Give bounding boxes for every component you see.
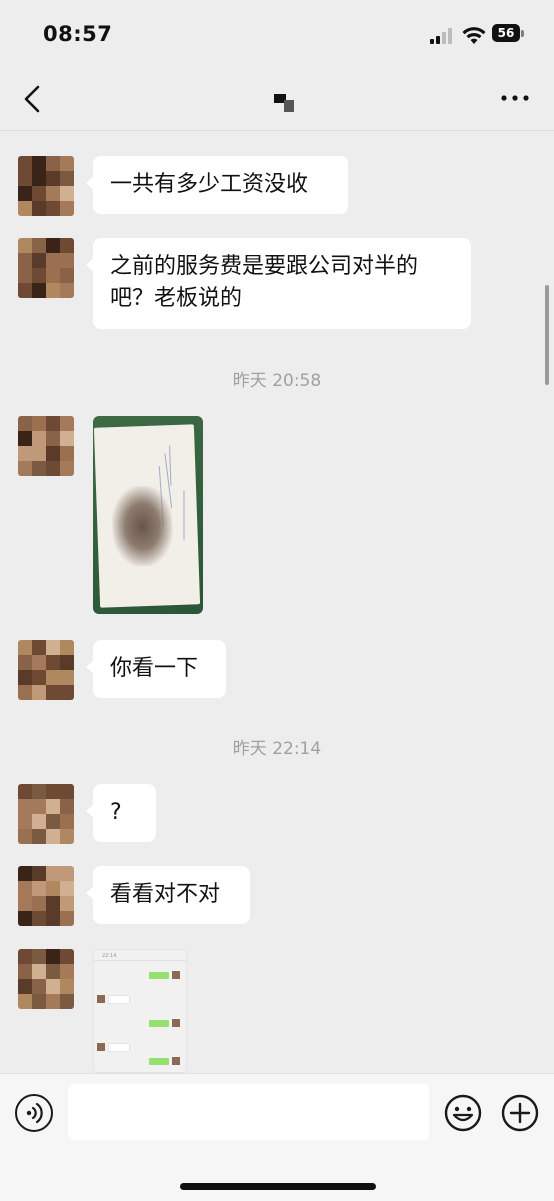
contact-name-redacted [274,94,294,112]
voice-icon[interactable] [15,1094,53,1132]
timestamp: 昨天 20:58 [232,371,322,391]
message-bubble[interactable]: ? [86,784,156,842]
avatar[interactable] [18,238,74,298]
chat-message-list[interactable]: 一共有多少工资没收 之前的服务费是要跟公司对半的吧？老板说的 昨天 20:58 … [0,130,554,1073]
chat-header [0,68,554,131]
message-text: 一共有多少工资没收 [110,172,309,197]
screenshot-image-message[interactable]: 22:14 [93,949,187,1073]
wifi-icon [462,27,486,44]
avatar[interactable] [18,640,74,700]
status-bar: 08:57 56 [0,0,554,68]
more-options-icon[interactable] [500,92,530,104]
message-input-bar [0,1073,554,1201]
plus-icon[interactable] [501,1094,539,1132]
message-bubble[interactable]: 一共有多少工资没收 [86,156,348,214]
message-text-input[interactable] [68,1084,429,1140]
emoji-icon[interactable] [444,1094,482,1132]
message-bubble[interactable]: 你看一下 [86,640,226,698]
back-chevron-icon[interactable] [18,82,48,116]
avatar[interactable] [18,949,74,1009]
battery-level: 56 [492,24,520,42]
battery-icon: 56 [492,24,526,44]
message-text: 你看一下 [110,656,199,681]
avatar[interactable] [18,156,74,216]
message-text: 之前的服务费是要跟公司对半的吧？老板说的 [110,254,419,311]
message-bubble[interactable]: 看看对不对 [86,866,250,924]
home-indicator[interactable] [180,1183,376,1190]
avatar[interactable] [18,866,74,926]
image-message[interactable] [93,416,203,614]
status-time: 08:57 [43,22,113,46]
cellular-signal-icon [430,28,452,44]
avatar[interactable] [18,784,74,844]
timestamp: 昨天 22:14 [232,739,322,759]
avatar[interactable] [18,416,74,476]
message-bubble[interactable]: 之前的服务费是要跟公司对半的吧？老板说的 [86,238,471,329]
message-text: ? [110,800,122,825]
paper-note-image [93,424,201,608]
scrollbar[interactable] [545,285,549,385]
message-text: 看看对不对 [110,882,221,907]
